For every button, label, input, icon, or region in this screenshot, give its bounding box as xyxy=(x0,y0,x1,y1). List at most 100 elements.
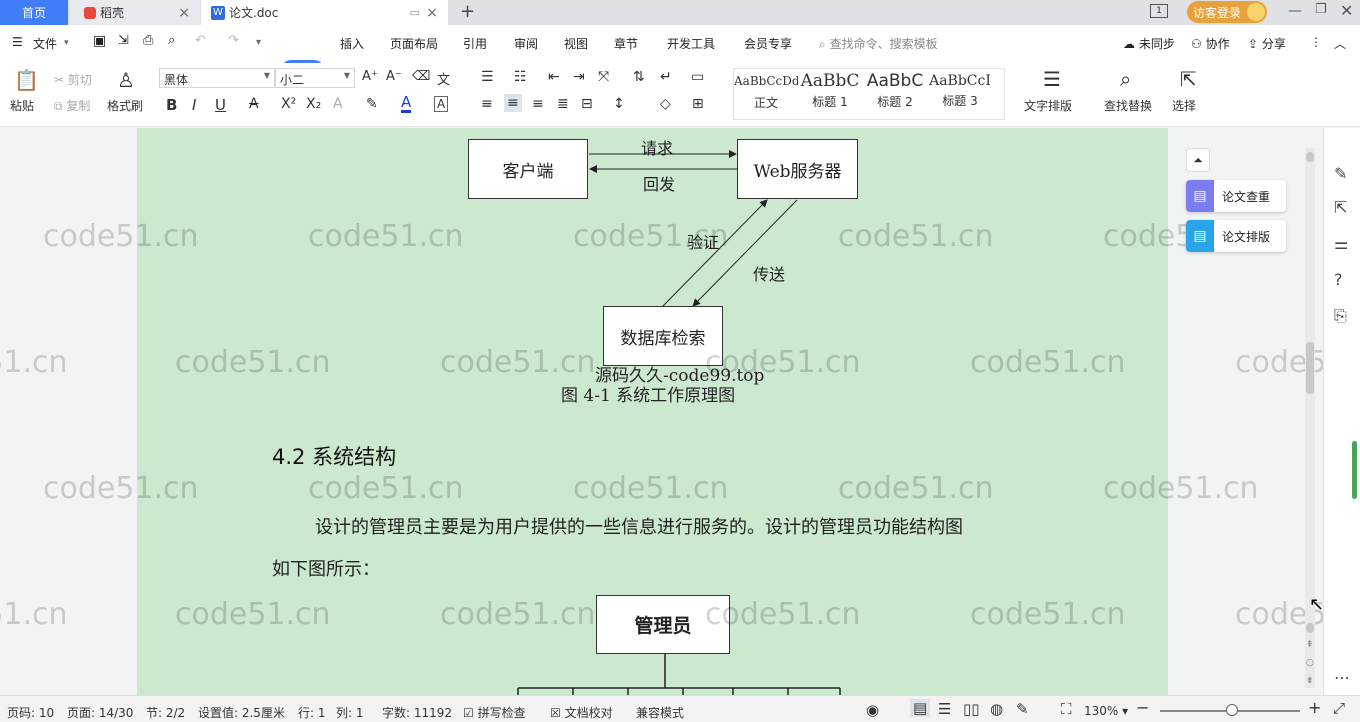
tab-review[interactable]: 审阅 xyxy=(514,35,538,52)
style-heading3[interactable]: AaBbCcI 标题 3 xyxy=(928,68,992,116)
undo-icon[interactable]: ↶ xyxy=(195,33,206,48)
paste-button[interactable]: 粘贴 xyxy=(10,97,34,114)
new-tab-button[interactable]: + xyxy=(460,0,475,24)
paste-icon[interactable]: 📋 xyxy=(14,68,39,92)
rail-scroll-indicator[interactable] xyxy=(1352,441,1357,499)
tab-page-layout[interactable]: 页面布局 xyxy=(390,35,438,52)
style-heading1[interactable]: AaBbC 标题 1 xyxy=(798,68,862,116)
proofread-toggle[interactable]: ☒ 文档校对 xyxy=(550,704,613,721)
zoom-in-button[interactable]: + xyxy=(1308,698,1321,717)
cut-button[interactable]: ✂ 剪切 xyxy=(54,71,92,88)
more-icon[interactable]: ⋯ xyxy=(1334,668,1350,687)
select-browse-icon[interactable]: ○ xyxy=(1306,658,1314,668)
clear-format-icon[interactable]: ⌫ xyxy=(412,69,430,84)
zoom-slider-handle[interactable] xyxy=(1226,704,1238,716)
tab-references[interactable]: 引用 xyxy=(463,35,487,52)
restore-button[interactable]: ❐ xyxy=(1315,2,1327,17)
bold-icon[interactable]: B xyxy=(166,96,177,114)
text-layout-icon[interactable]: ☰ xyxy=(1043,67,1061,91)
ruler-icon[interactable]: ▭ xyxy=(691,69,704,85)
eye-icon[interactable]: ◉ xyxy=(866,701,879,719)
status-setting[interactable]: 设置值: 2.5厘米 xyxy=(198,704,285,721)
justify-icon[interactable]: ≣ xyxy=(557,96,569,112)
visitor-login-button[interactable]: 访客登录 xyxy=(1187,1,1267,23)
text-effect-icon[interactable]: A xyxy=(333,96,343,112)
tab-document[interactable]: W 论文.doc ▭ × xyxy=(201,0,448,25)
scrollbar-thumb[interactable] xyxy=(1306,342,1314,394)
tab-member[interactable]: 会员专享 xyxy=(744,35,792,52)
style-heading2[interactable]: AaBbC 标题 2 xyxy=(863,68,927,116)
more-icon[interactable]: ⋮ xyxy=(1310,35,1322,49)
fit-page-icon[interactable]: ⛶ xyxy=(1061,700,1072,718)
plagiarism-check-button[interactable]: ▤ 论文查重 xyxy=(1186,180,1286,212)
reading-view-icon[interactable]: ▯▯ xyxy=(963,700,980,718)
find-replace-button[interactable]: 查找替换 xyxy=(1104,97,1152,114)
cursor-icon[interactable]: ⇱ xyxy=(1180,67,1197,91)
close-icon[interactable]: × xyxy=(426,5,438,21)
tab-home[interactable]: 首页 xyxy=(0,0,68,25)
highlight-icon[interactable]: ✎ xyxy=(366,96,378,112)
align-left-icon[interactable]: ≡ xyxy=(481,96,493,112)
scroll-up-button[interactable] xyxy=(1306,152,1314,162)
sync-status[interactable]: ☁ 未同步 xyxy=(1123,35,1175,52)
subscript-icon[interactable]: X₂ xyxy=(306,96,321,112)
outline-view-icon[interactable]: ☰ xyxy=(938,700,951,718)
bullet-list-icon[interactable]: ☰ xyxy=(481,69,494,85)
save-icon[interactable]: ▣ xyxy=(93,33,106,49)
monitor-icon[interactable]: ▭ xyxy=(410,6,420,19)
prev-page-icon[interactable]: ⇞ xyxy=(1306,640,1314,650)
minimize-button[interactable]: — xyxy=(1288,3,1302,19)
format-painter-icon[interactable]: ♙ xyxy=(117,68,135,92)
find-icon[interactable]: ⌕ xyxy=(1120,67,1131,91)
borders-icon[interactable]: ⊞ xyxy=(692,96,704,112)
collapse-panel-icon[interactable]: ⏶ xyxy=(1186,148,1210,172)
document-page[interactable]: 客户端 Web服务器 数据库检索 请求 回发 验证 传送 源码久久-code99… xyxy=(137,128,1168,695)
shrink-font-icon[interactable]: A⁻ xyxy=(386,69,402,84)
format-painter-button[interactable]: 格式刷 xyxy=(107,97,143,114)
superscript-icon[interactable]: X² xyxy=(281,96,296,112)
spell-check-toggle[interactable]: ☑ 拼写检查 xyxy=(463,704,526,721)
char-border-icon[interactable]: A xyxy=(434,96,449,112)
zoom-out-button[interactable]: − xyxy=(1136,698,1149,717)
collab-button[interactable]: ⚇ 协作 xyxy=(1191,35,1230,52)
sort-icon[interactable]: ⇅ xyxy=(633,69,645,85)
search-command[interactable]: ⌕ 查找命令、搜索模板 xyxy=(819,35,938,52)
redo-icon[interactable]: ↷ xyxy=(228,33,239,48)
collapse-ribbon-icon[interactable]: ︿ xyxy=(1334,35,1346,52)
adjust-icon[interactable]: ⚌ xyxy=(1334,234,1348,253)
shading-icon[interactable]: ◇ xyxy=(660,96,671,112)
line-spacing-icon[interactable]: ↕ xyxy=(613,96,625,112)
tab-view[interactable]: 视图 xyxy=(564,35,588,52)
help-icon[interactable]: ? xyxy=(1334,270,1343,289)
outdent-icon[interactable]: ⇤ xyxy=(548,69,560,85)
page-view-icon[interactable]: ▤ xyxy=(910,699,931,717)
phonetic-icon[interactable]: 文 xyxy=(437,69,450,88)
pen-icon[interactable]: ✎ xyxy=(1334,164,1347,183)
tab-insert[interactable]: 插入 xyxy=(340,35,364,52)
close-icon[interactable]: × xyxy=(178,5,190,21)
tab-dev-tools[interactable]: 开发工具 xyxy=(667,35,715,52)
tab-section[interactable]: 章节 xyxy=(614,35,638,52)
print-preview-icon[interactable]: ⌕ xyxy=(168,33,175,48)
chinese-layout-icon[interactable]: ⤧ xyxy=(598,69,609,85)
layout-icon[interactable]: 1 xyxy=(1150,4,1168,18)
fullscreen-icon[interactable]: ⤢ xyxy=(1333,699,1345,717)
distribute-icon[interactable]: ⊟ xyxy=(581,96,593,112)
customize-icon[interactable]: ▾ xyxy=(256,37,261,48)
menu-icon[interactable]: ☰ xyxy=(12,35,23,49)
align-center-icon[interactable]: ≡ xyxy=(504,94,522,112)
scroll-down-button[interactable] xyxy=(1306,623,1314,633)
web-view-icon[interactable]: ◍ xyxy=(990,700,1003,718)
font-name-select[interactable]: 黑体 ▼ xyxy=(159,68,275,88)
copy-button[interactable]: ⧉ 复制 xyxy=(54,97,90,114)
menu-file[interactable]: 文件 xyxy=(33,35,57,52)
close-window-button[interactable]: ✕ xyxy=(1340,1,1353,20)
paper-format-button[interactable]: ▤ 论文排版 xyxy=(1186,220,1286,252)
strikethrough-icon[interactable]: A xyxy=(249,96,259,112)
underline-icon[interactable]: U xyxy=(215,96,226,114)
status-words[interactable]: 字数: 11192 xyxy=(382,704,452,721)
zoom-select[interactable]: 130% ▾ xyxy=(1084,704,1128,718)
backup-icon[interactable]: ⎘ xyxy=(1334,306,1347,326)
print-icon[interactable]: ⎙ xyxy=(143,33,153,48)
show-marks-icon[interactable]: ↵ xyxy=(660,69,672,85)
